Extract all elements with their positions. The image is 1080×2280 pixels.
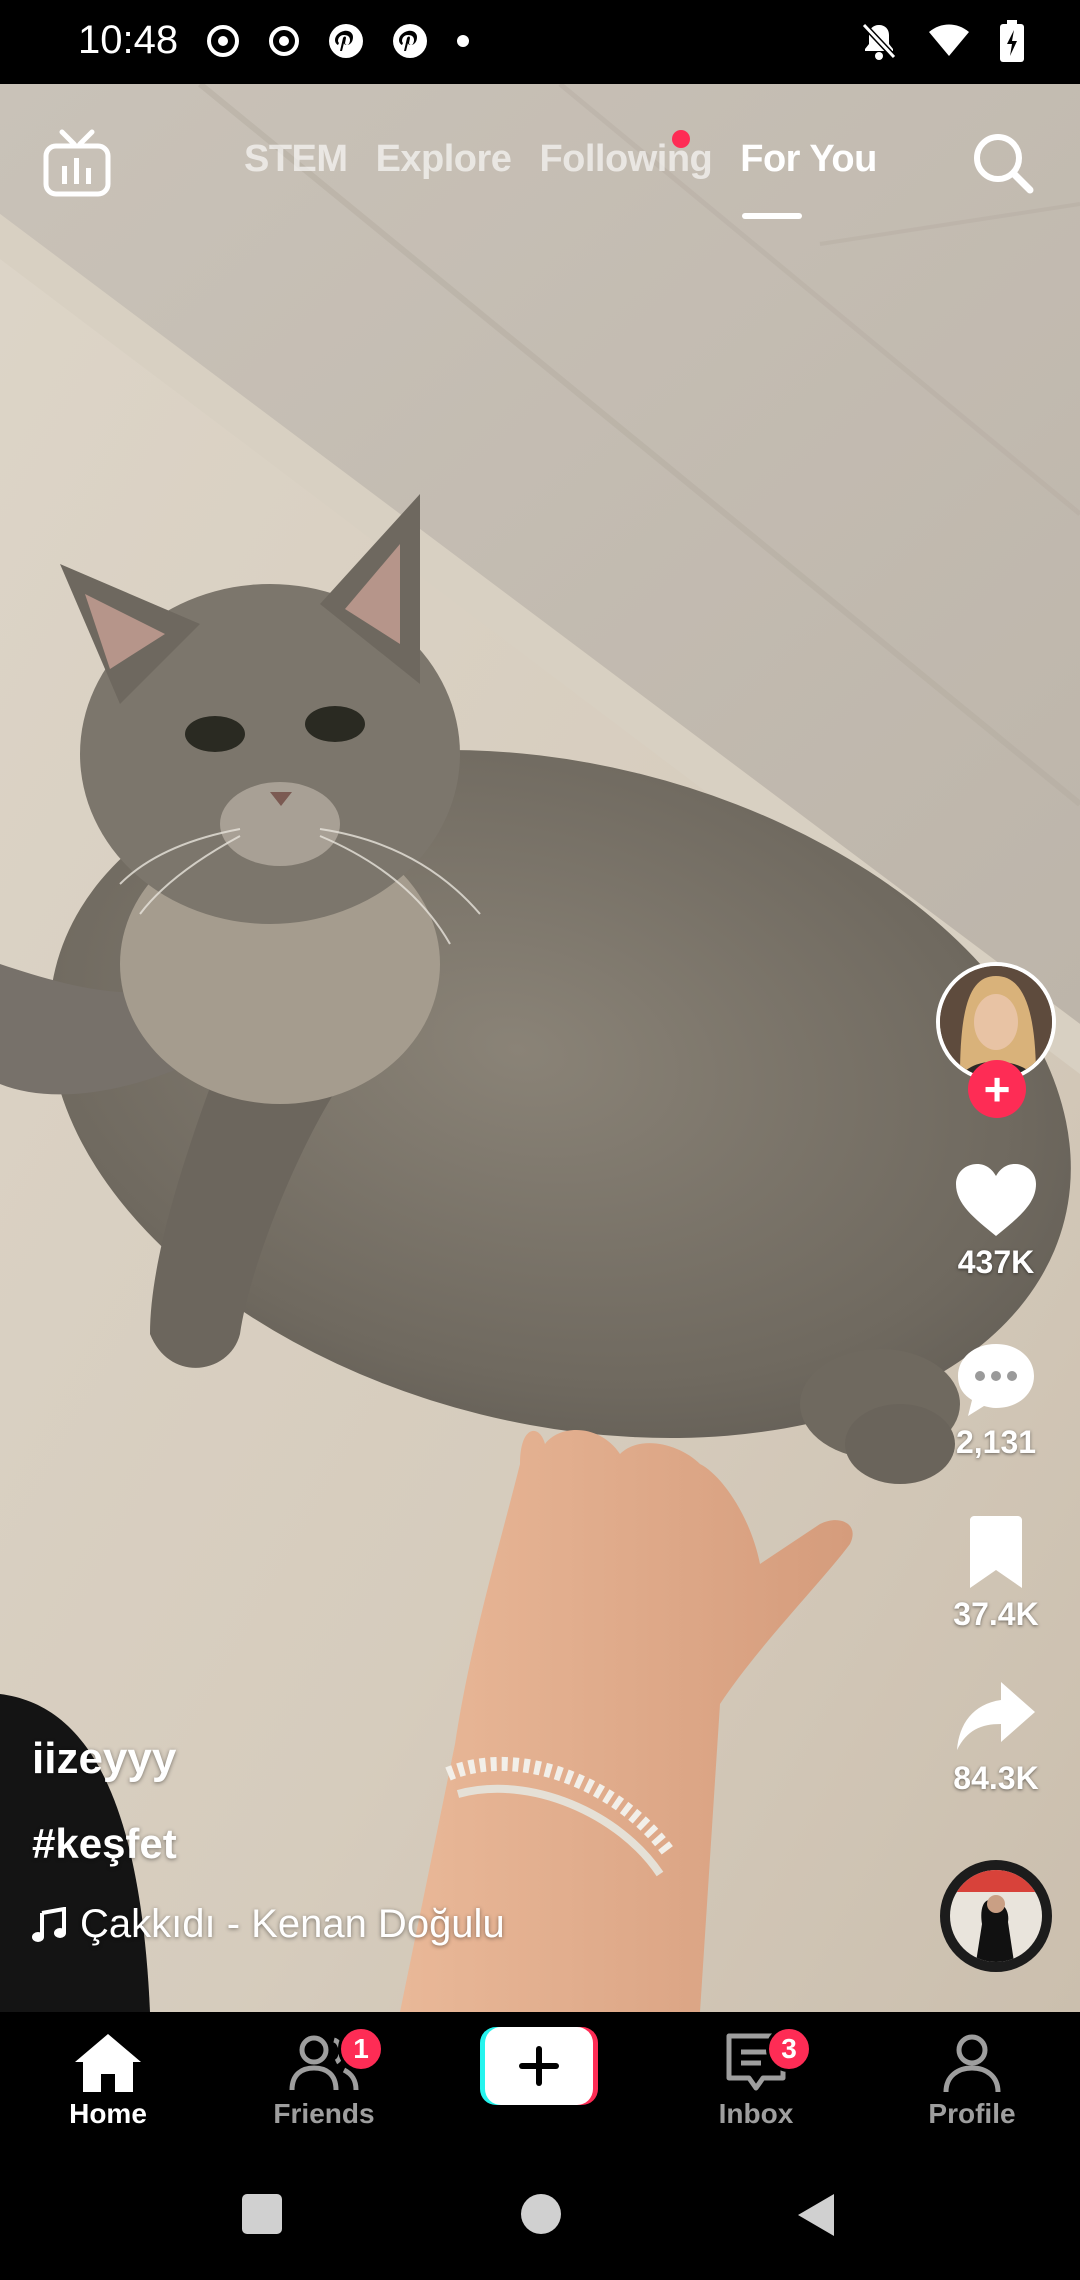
music-title: Çakkıdı - Kenan Doğulu: [80, 1902, 505, 1946]
like-button[interactable]: 437K: [930, 1162, 1062, 1281]
back-icon[interactable]: [796, 2192, 836, 2238]
save-button[interactable]: 37.4K: [930, 1516, 1062, 1633]
follow-plus-button[interactable]: +: [968, 1060, 1026, 1118]
comment-button[interactable]: 2,131: [930, 1340, 1062, 1461]
heart-icon: [956, 1164, 1036, 1236]
bottom-tab-bar: Home Friends 1 Inbox 3 Profile: [0, 2012, 1080, 2154]
comment-icon: [958, 1344, 1034, 1416]
save-count: 37.4K: [953, 1596, 1039, 1632]
music-cover-image: [950, 1870, 1042, 1962]
system-icons: [860, 20, 1024, 62]
music-link[interactable]: Çakkıdı - Kenan Doğulu: [32, 1902, 892, 1947]
battery-charging-icon: [1000, 20, 1024, 62]
tab-explore[interactable]: Explore: [376, 138, 512, 181]
tab-friends[interactable]: Friends 1: [244, 2026, 404, 2130]
share-icon: [957, 1682, 1035, 1750]
pinterest-icon: [329, 24, 363, 58]
tab-friends-label: Friends: [273, 2098, 375, 2129]
following-notification-dot: [672, 130, 690, 148]
recents-icon[interactable]: [240, 2192, 284, 2236]
like-count: 437K: [957, 1244, 1035, 1280]
home-icon: [75, 2034, 141, 2092]
hashtag-link[interactable]: #keşfet: [32, 1820, 892, 1868]
active-tab-indicator: [742, 213, 802, 219]
tab-inbox[interactable]: Inbox 3: [676, 2026, 836, 2130]
video-frame: [0, 84, 1080, 2012]
share-button[interactable]: 84.3K: [930, 1678, 1062, 1797]
wifi-icon: [929, 24, 969, 56]
tab-profile[interactable]: Profile: [892, 2032, 1052, 2130]
friends-badge: 1: [338, 2026, 384, 2072]
inbox-badge: 3: [766, 2026, 812, 2072]
share-count: 84.3K: [953, 1760, 1039, 1796]
bookmark-icon: [970, 1516, 1022, 1588]
system-navigation-bar: [0, 2154, 1080, 2280]
pinterest-icon: [393, 24, 427, 58]
status-bar: 10:48: [0, 0, 1080, 84]
home-circle-icon[interactable]: [519, 2192, 563, 2236]
threads-icon: [207, 25, 239, 57]
video-player[interactable]: [0, 84, 1080, 2012]
dot-icon: [457, 35, 469, 47]
feed-tabs: STEM Explore Following For You: [244, 138, 877, 181]
tab-home-label: Home: [69, 2098, 147, 2129]
circle-record-icon: [269, 26, 299, 56]
bell-mute-icon: [861, 22, 897, 60]
music-note-icon: [32, 1906, 66, 1942]
music-disc[interactable]: [940, 1860, 1052, 1972]
video-caption: iizeyyy #keşfet Çakkıdı - Kenan Doğulu: [32, 1734, 892, 1947]
create-video-button[interactable]: [480, 2027, 598, 2105]
notification-icons: [205, 22, 471, 60]
profile-icon: [943, 2034, 1001, 2093]
tab-profile-label: Profile: [928, 2098, 1016, 2129]
creator-username[interactable]: iizeyyy: [32, 1734, 892, 1784]
comment-count: 2,131: [955, 1424, 1037, 1460]
live-tv-icon[interactable]: [42, 128, 112, 198]
tab-stem[interactable]: STEM: [244, 138, 348, 181]
tab-home[interactable]: Home: [28, 2032, 188, 2130]
tab-for-you[interactable]: For You: [740, 138, 877, 181]
search-icon[interactable]: [970, 130, 1036, 196]
tab-inbox-label: Inbox: [718, 2098, 794, 2129]
status-time: 10:48: [78, 18, 179, 62]
